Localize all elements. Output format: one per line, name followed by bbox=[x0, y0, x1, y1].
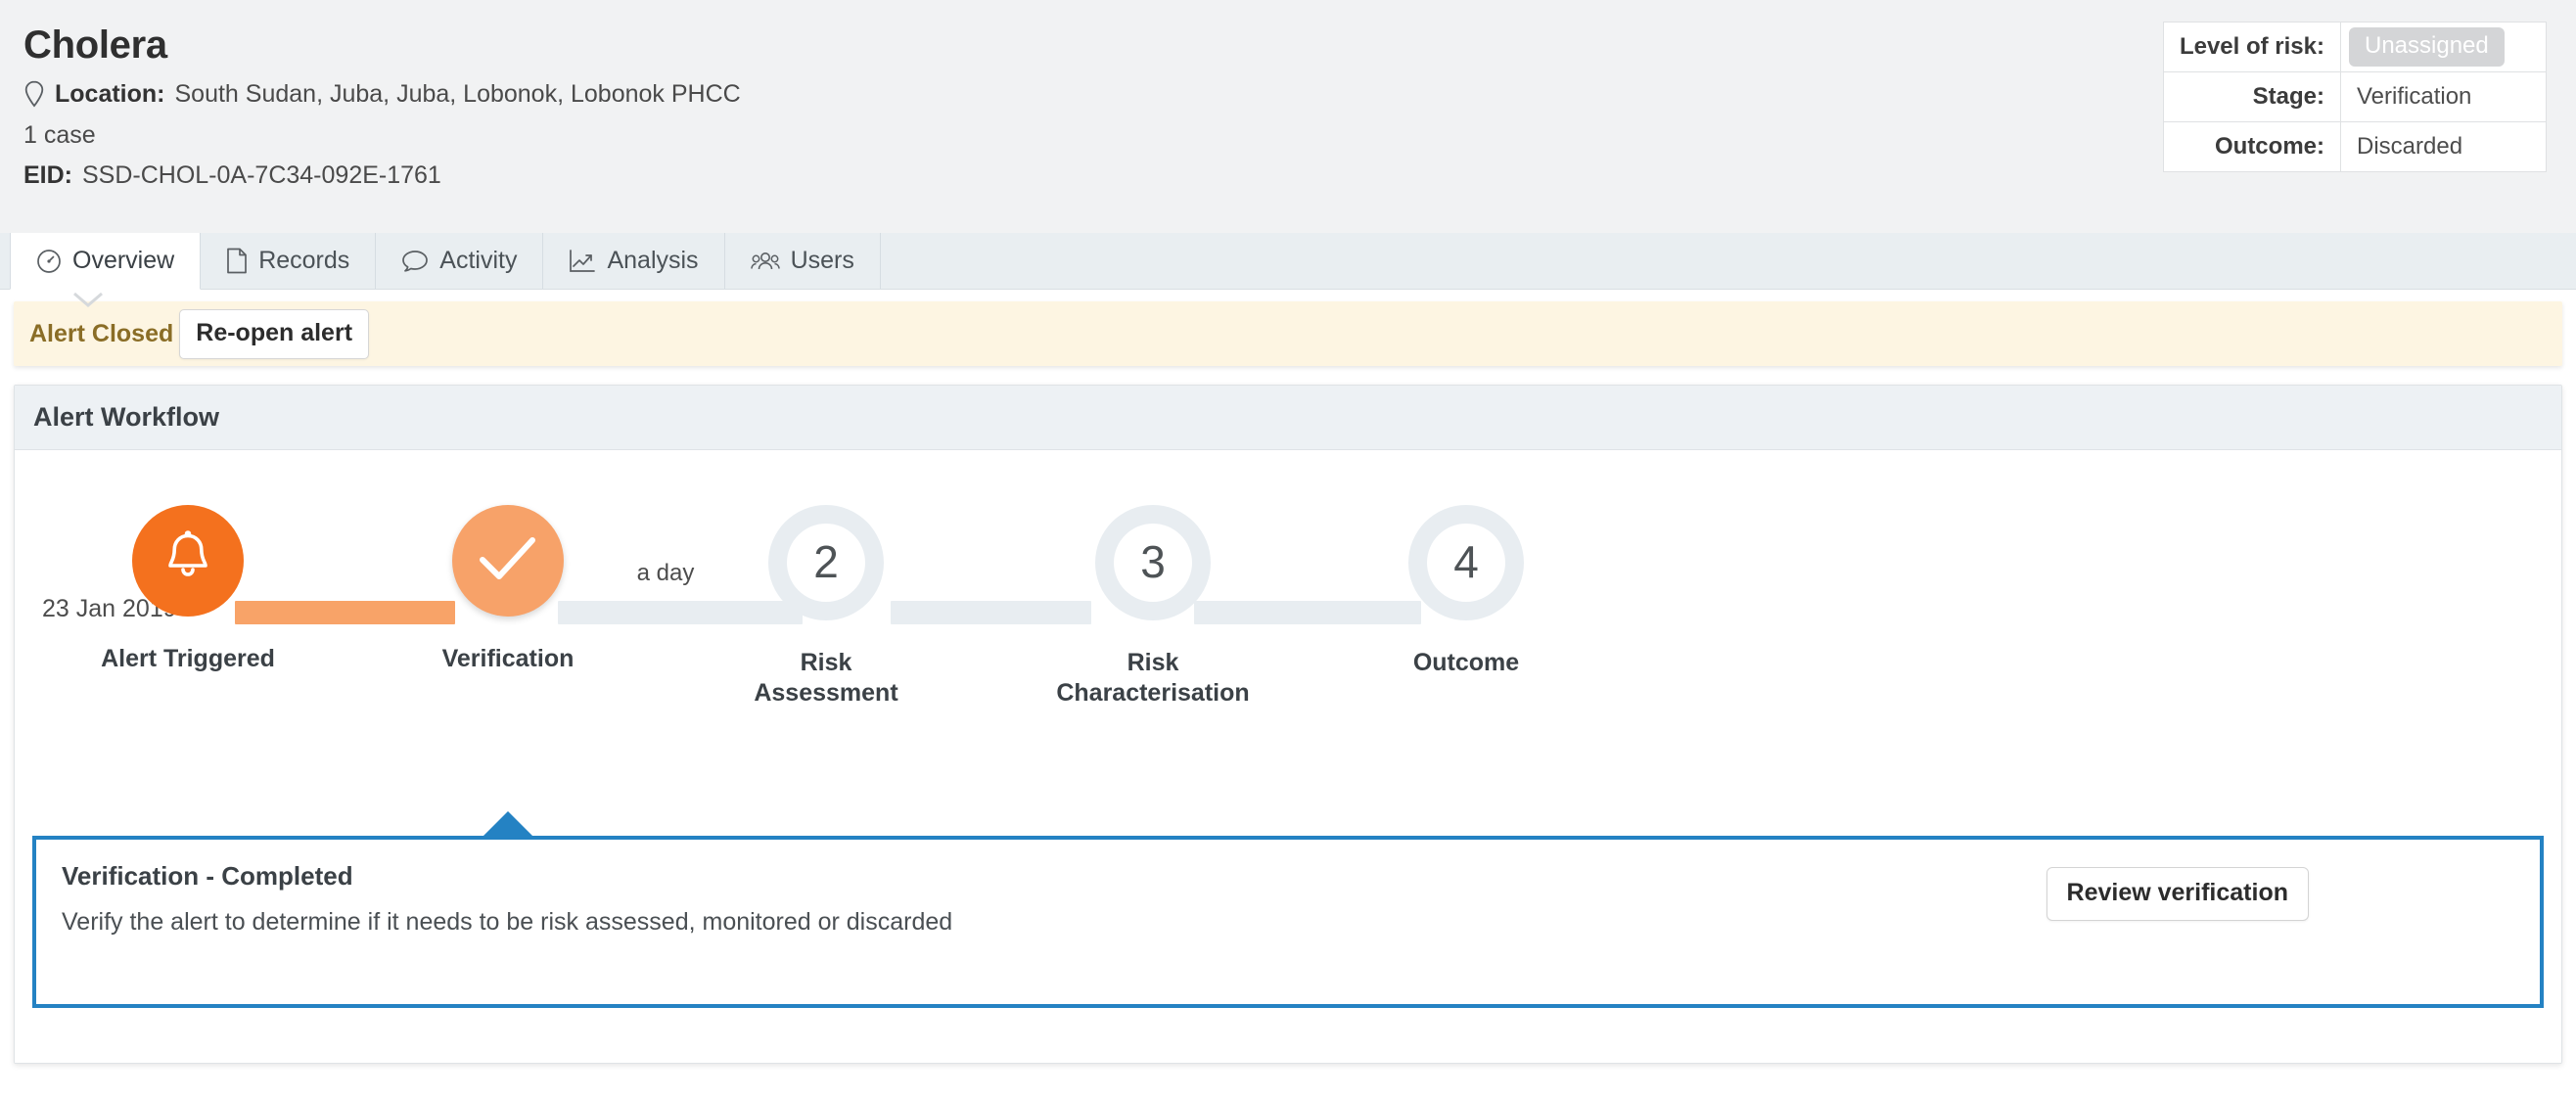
tab-analysis-label: Analysis bbox=[607, 247, 699, 274]
verification-detail-panel: Verification - Completed Verify the aler… bbox=[32, 836, 2544, 1008]
outcome-number: 4 bbox=[1427, 524, 1505, 602]
workflow-step-alert-triggered[interactable]: Alert Triggered bbox=[80, 505, 296, 674]
workflow-step-risk-assessment[interactable]: 2 Risk Assessment bbox=[718, 505, 934, 708]
alert-closed-label: Alert Closed bbox=[29, 319, 174, 347]
case-count: 1 case bbox=[23, 121, 96, 149]
stage-value: Verification bbox=[2340, 71, 2547, 123]
verification-circle bbox=[452, 505, 564, 617]
tab-users[interactable]: Users bbox=[724, 233, 881, 289]
tab-users-label: Users bbox=[790, 247, 854, 274]
review-verification-button[interactable]: Review verification bbox=[2046, 867, 2309, 921]
risk-assessment-label: Risk Assessment bbox=[754, 649, 898, 707]
table-row: Level of risk: Unassigned bbox=[2162, 21, 2547, 73]
eid-label: EID: bbox=[23, 161, 72, 189]
location-label: Location: bbox=[55, 79, 165, 108]
speech-bubble-icon bbox=[401, 249, 429, 274]
reopen-alert-button[interactable]: Re-open alert bbox=[179, 308, 370, 359]
outcome-label: Outcome bbox=[1412, 649, 1520, 676]
risk-assessment-circle: 2 bbox=[768, 505, 884, 620]
alert-closed-banner-wrap: Alert Closed Re-open alert bbox=[0, 290, 2576, 366]
alert-header: Cholera Location: South Sudan, Juba, Jub… bbox=[0, 0, 2576, 233]
gauge-icon bbox=[36, 249, 62, 274]
alert-triggered-label: Alert Triggered bbox=[101, 645, 275, 672]
alert-closed-banner: Alert Closed Re-open alert bbox=[14, 301, 2562, 366]
alert-workflow-title: Alert Workflow bbox=[15, 386, 2561, 450]
alert-workflow-body: 23 Jan 2019 a day Alert Triggered Verifi… bbox=[15, 450, 2561, 1063]
tab-bar: Overview Records Activity Analysis Users bbox=[0, 233, 2576, 307]
duration-label: a day bbox=[636, 560, 695, 586]
tab-records-label: Records bbox=[258, 247, 350, 274]
tab-overview[interactable]: Overview bbox=[10, 233, 202, 307]
status-badge[interactable]: Unassigned bbox=[2349, 27, 2505, 68]
workflow-step-verification[interactable]: Verification bbox=[400, 505, 616, 674]
workflow-timeline: 23 Jan 2019 a day Alert Triggered Verifi… bbox=[15, 450, 2561, 802]
workflow-step-outcome[interactable]: 4 Outcome bbox=[1358, 505, 1574, 678]
chevron-down-icon bbox=[71, 290, 105, 309]
outcome-value: Discarded bbox=[2340, 121, 2547, 173]
check-icon bbox=[477, 534, 539, 588]
detail-panel-pointer bbox=[483, 811, 533, 837]
risk-summary-table: Level of risk: Unassigned Stage: Verific… bbox=[2162, 21, 2547, 173]
document-icon bbox=[226, 248, 248, 274]
eid-value: SSD-CHOL-0A-7C34-092E-1761 bbox=[82, 161, 441, 189]
table-row: Outcome: Discarded bbox=[2162, 121, 2547, 173]
tab-analysis[interactable]: Analysis bbox=[543, 233, 725, 289]
level-of-risk-value-cell: Unassigned bbox=[2340, 21, 2547, 73]
outcome-label: Outcome: bbox=[2162, 121, 2342, 173]
line-chart-icon bbox=[569, 249, 596, 274]
table-row: Stage: Verification bbox=[2162, 71, 2547, 123]
alert-workflow-card: Alert Workflow 23 Jan 2019 a day Alert T… bbox=[14, 385, 2562, 1064]
stage-label: Stage: bbox=[2162, 71, 2342, 123]
verification-label: Verification bbox=[441, 645, 575, 672]
workflow-step-risk-characterisation[interactable]: 3 Risk Characterisation bbox=[1045, 505, 1261, 708]
risk-characterisation-circle: 3 bbox=[1095, 505, 1211, 620]
tab-overview-label: Overview bbox=[72, 247, 175, 274]
risk-assessment-number: 2 bbox=[787, 524, 865, 602]
location-value: South Sudan, Juba, Juba, Lobonok, Lobono… bbox=[174, 79, 741, 108]
risk-characterisation-label: Risk Characterisation bbox=[1056, 649, 1250, 707]
tab-activity[interactable]: Activity bbox=[376, 233, 544, 289]
alert-workflow-card-wrap: Alert Workflow 23 Jan 2019 a day Alert T… bbox=[0, 366, 2576, 1064]
level-of-risk-label: Level of risk: bbox=[2162, 21, 2342, 73]
tab-records[interactable]: Records bbox=[201, 233, 377, 289]
users-group-icon bbox=[750, 250, 780, 273]
tab-activity-label: Activity bbox=[439, 247, 518, 274]
risk-characterisation-number: 3 bbox=[1114, 524, 1192, 602]
bell-icon bbox=[160, 528, 216, 594]
map-pin-icon bbox=[23, 80, 45, 108]
outcome-circle: 4 bbox=[1408, 505, 1524, 620]
alert-triggered-circle bbox=[132, 505, 244, 617]
